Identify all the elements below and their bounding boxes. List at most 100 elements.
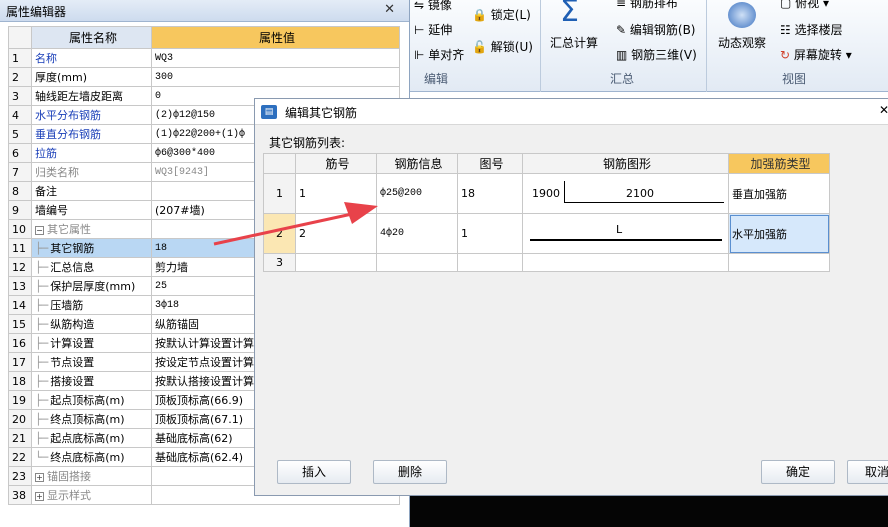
col-bar-no[interactable]: 筋号 (295, 153, 377, 174)
expand-icon[interactable]: + (35, 491, 44, 501)
lock-button[interactable]: 🔒 锁定(L) (472, 6, 531, 23)
row-name: 终点底标高(m) (50, 451, 125, 464)
row-name: 垂直分布钢筋 (31, 124, 152, 144)
row-name: 水平分布钢筋 (31, 105, 152, 125)
row-name: 轴线距左墙皮距离 (31, 86, 152, 106)
ribbon-toolbar: ⇋ 镜像 ⊢ 延伸 ⊩ 单对齐 🔒 锁定(L) 🔓 解锁(U) 编辑 Σ 汇总计… (410, 0, 888, 92)
property-table-header: 属性名称 属性值 (8, 26, 400, 49)
sigma-icon[interactable]: Σ (560, 0, 579, 29)
dialog-app-icon: ▤ (261, 105, 277, 119)
collapse-icon[interactable]: − (35, 225, 44, 235)
row-name: 其它钢筋 (50, 242, 95, 255)
header-property-value[interactable]: 属性值 (151, 26, 400, 49)
table-row[interactable]: 3 (263, 253, 830, 272)
shape-label: L (616, 222, 623, 236)
tree-line-icon: ├─ (35, 337, 49, 350)
group-label-view: 视图 (782, 72, 807, 86)
row-name: 厚度(mm) (31, 67, 152, 87)
rebar-3d-button[interactable]: ▥ 钢筋三维(V) (616, 46, 697, 63)
align-button[interactable]: ⊩ 单对齐 (414, 46, 464, 63)
shape-dim-mid: 2100 (626, 186, 654, 200)
rebar-list-label: 其它钢筋列表: (269, 136, 346, 150)
canvas-area[interactable] (410, 495, 888, 527)
select-floor-button[interactable]: ☷ 选择楼层 (780, 21, 843, 38)
lock-icon: 🔒 (472, 8, 487, 22)
row-name: 终点顶标高(m) (50, 413, 125, 426)
cell-rebar-shape[interactable]: 1900 2100 (522, 173, 729, 214)
cell-rebar-shape[interactable]: L (522, 213, 729, 254)
cell-bar-no[interactable]: 2 (295, 213, 377, 254)
table-row[interactable]: 1 1 ф25@200 18 1900 2100 垂直加强筋 (263, 173, 830, 214)
group-label-edit: 编辑 (424, 72, 449, 86)
insert-button[interactable]: 插入 (277, 460, 351, 484)
dialog-title-bar: ▤ 编辑其它钢筋 ✕ (255, 99, 888, 125)
shape-dim-left: 1900 (532, 186, 560, 200)
group-label-sum: 汇总 (610, 72, 635, 86)
cell-bar-no[interactable]: 1 (295, 173, 377, 214)
ribbon-separator (540, 0, 541, 92)
tree-line-icon: ├─ (35, 356, 49, 369)
shape-straight-line (530, 238, 722, 241)
row-name: 墙编号 (31, 200, 152, 220)
row-name: 名称 (31, 48, 152, 68)
cell-rebar-shape[interactable] (522, 253, 729, 272)
ok-button[interactable]: 确定 (761, 460, 835, 484)
cancel-button[interactable]: 取消 (847, 460, 888, 484)
row-name: 起点底标高(m) (50, 432, 125, 445)
rebar-grid: 筋号 钢筋信息 图号 钢筋图形 加强筋类型 1 1 ф25@200 18 190… (263, 153, 830, 272)
cell-reinforce-type-selected[interactable]: 水平加强筋 (728, 213, 830, 254)
edit-rebar-button[interactable]: ✎ 编辑钢筋(B) (616, 21, 696, 38)
cell-fig-no[interactable]: 1 (457, 213, 523, 254)
tree-line-icon: ├─ (35, 299, 49, 312)
delete-button[interactable]: 删除 (373, 460, 447, 484)
row-name: 其它属性 (47, 223, 91, 236)
rebar-layout-button[interactable]: ≡ 钢筋排布 (616, 0, 678, 11)
row-name: 拉筋 (31, 143, 152, 163)
row-value[interactable]: 300 (151, 67, 400, 87)
close-icon[interactable]: ✕ (384, 2, 395, 17)
col-rebar-shape[interactable]: 钢筋图形 (522, 153, 729, 174)
shape-vertical-line (564, 180, 565, 203)
header-property-name[interactable]: 属性名称 (31, 26, 152, 49)
row-value[interactable]: WQ3 (151, 48, 400, 68)
mirror-button[interactable]: ⇋ 镜像 (414, 0, 452, 13)
screen-rotate-button[interactable]: ↻ 屏幕旋转 ▾ (780, 46, 852, 63)
unlock-icon: 🔓 (472, 40, 487, 54)
row-name: 搭接设置 (50, 375, 95, 388)
expand-icon[interactable]: + (35, 472, 44, 482)
col-fig-no[interactable]: 图号 (457, 153, 523, 174)
extend-icon: ⊢ (414, 23, 425, 37)
dynamic-view-button[interactable]: 动态观察 (718, 34, 766, 51)
rebar-layout-icon: ≡ (616, 0, 627, 10)
pencil-icon: ✎ (616, 23, 627, 37)
ribbon-separator (706, 0, 707, 92)
dynamic-view-icon[interactable] (728, 2, 756, 28)
rotate-icon: ↻ (780, 48, 791, 62)
unlock-button[interactable]: 🔓 解锁(U) (472, 38, 533, 55)
property-editor-title: 属性编辑器 (6, 5, 67, 19)
table-row[interactable]: 1 名称 WQ3 (8, 48, 400, 68)
shape-horizontal-line (564, 201, 724, 203)
tree-line-icon: └─ (35, 451, 49, 464)
cell-fig-no[interactable]: 18 (457, 173, 523, 214)
col-rebar-info[interactable]: 钢筋信息 (376, 153, 458, 174)
tree-line-icon: ├─ (35, 394, 49, 407)
top-view-button[interactable]: ▢ 俯视 ▾ (780, 0, 829, 11)
col-reinforce-type[interactable]: 加强筋类型 (728, 153, 830, 174)
cell-reinforce-type[interactable] (728, 253, 830, 272)
table-row[interactable]: 2 厚度(mm) 300 (8, 67, 400, 87)
close-icon[interactable]: ✕ (879, 103, 888, 117)
cell-rebar-info[interactable] (376, 253, 458, 272)
extend-button[interactable]: ⊢ 延伸 (414, 21, 452, 38)
cell-rebar-info[interactable]: ф25@200 (376, 173, 458, 214)
table-row[interactable]: 2 2 4ф20 1 L 水平加强筋 (263, 213, 830, 254)
cell-reinforce-type[interactable]: 垂直加强筋 (728, 173, 830, 214)
row-name: 备注 (31, 181, 152, 201)
cell-fig-no[interactable] (457, 253, 523, 272)
row-name: 起点顶标高(m) (50, 394, 125, 407)
tree-line-icon: ├─ (35, 432, 49, 445)
cell-rebar-info[interactable]: 4ф20 (376, 213, 458, 254)
cell-bar-no[interactable] (295, 253, 377, 272)
tree-line-icon: ├─ (35, 413, 49, 426)
sum-calc-button[interactable]: 汇总计算 (550, 34, 598, 51)
